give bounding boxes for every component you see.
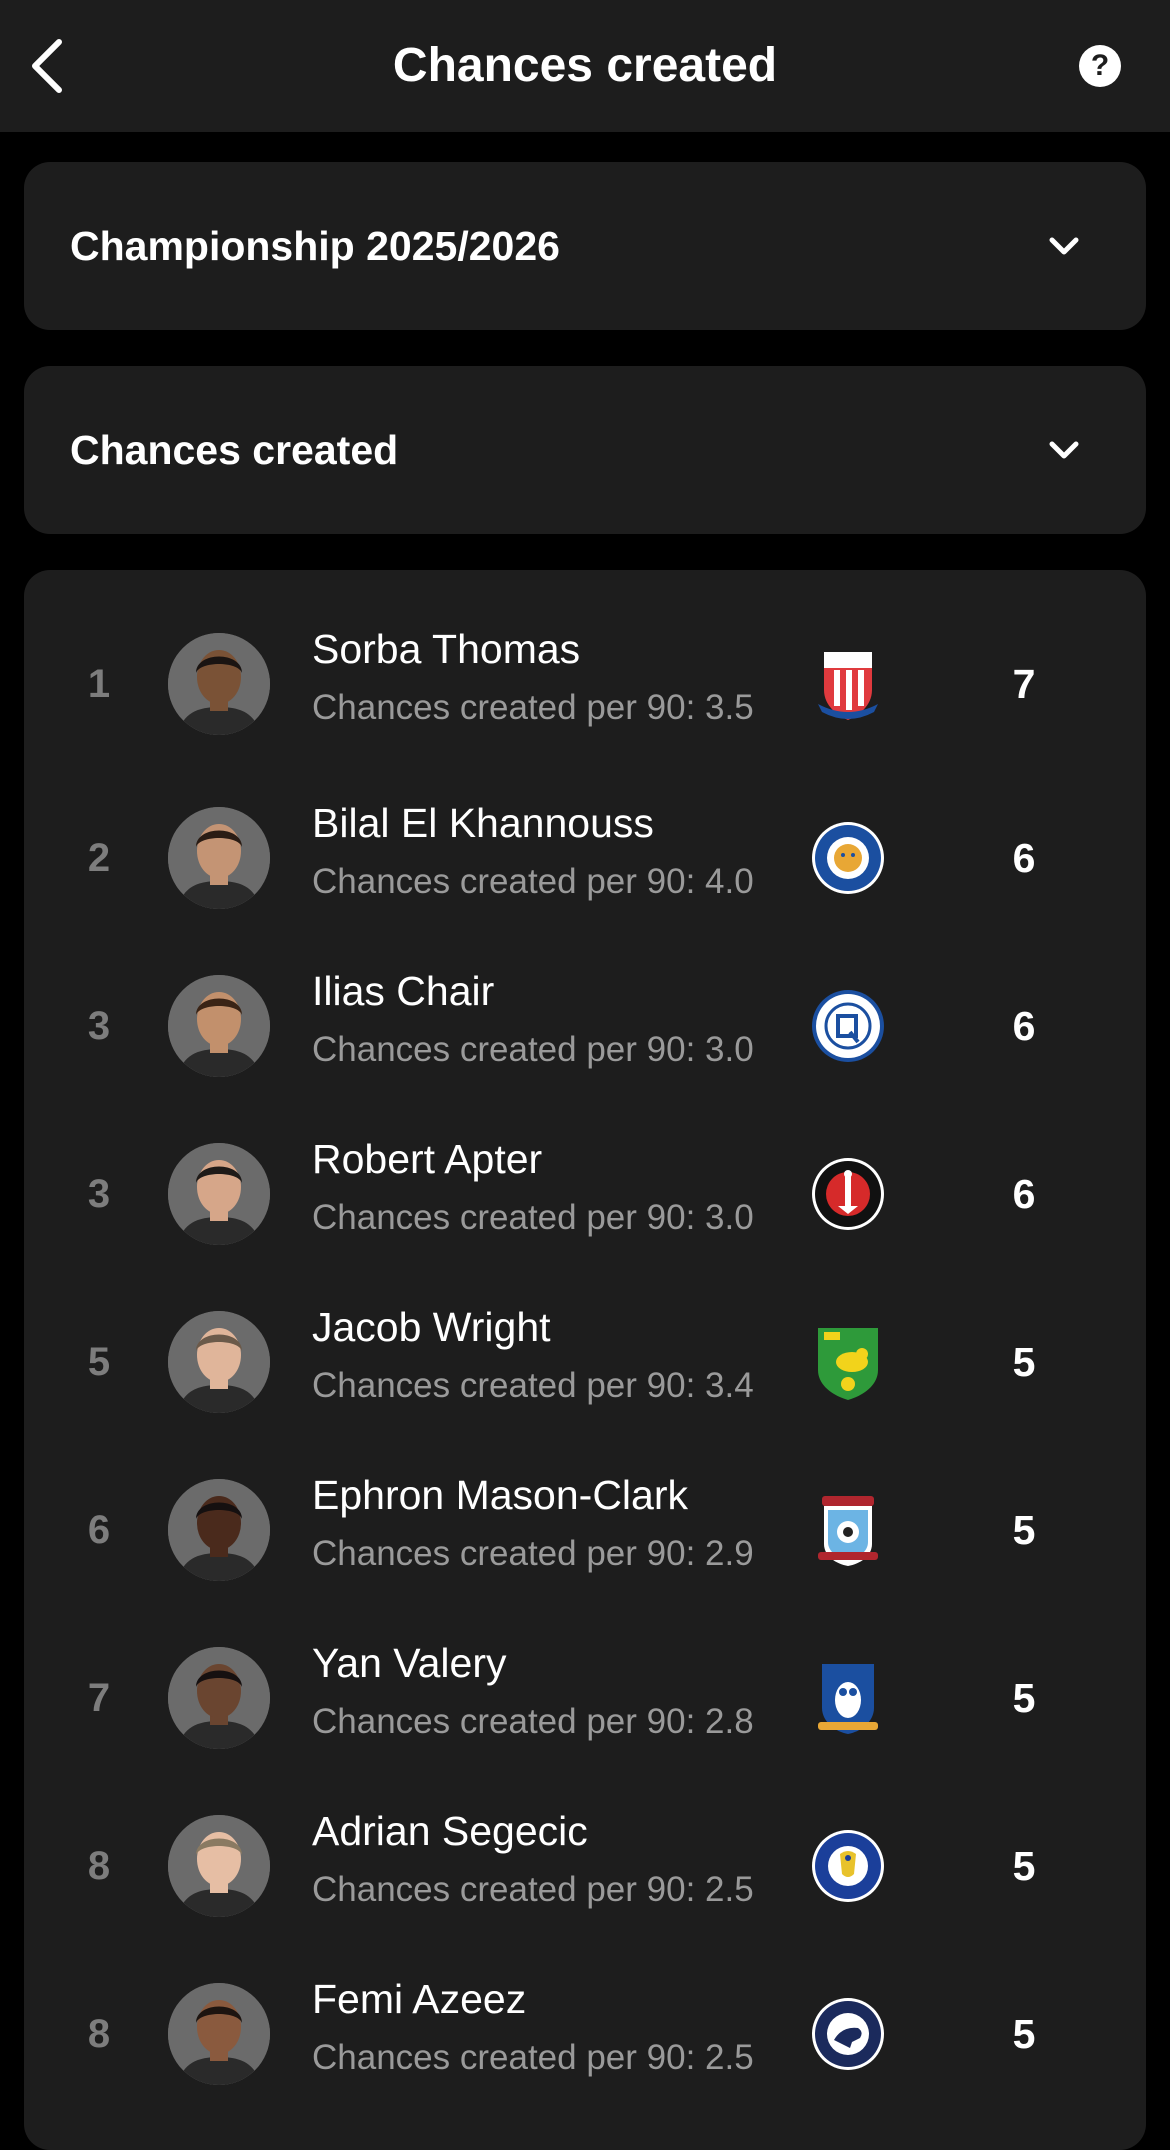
player-stat-value: 7 (1012, 661, 1036, 707)
player-stat-value: 5 (1012, 1675, 1036, 1721)
player-name: Ilias Chair (312, 968, 495, 1014)
player-name: Jacob Wright (312, 1304, 551, 1350)
player-name: Ephron Mason-Clark (312, 1472, 688, 1518)
player-avatar (168, 807, 270, 909)
charlton-athletic-crest-icon (810, 1156, 886, 1232)
player-avatar (168, 1815, 270, 1917)
player-stat-value: 5 (1012, 1507, 1036, 1553)
player-ranking-list: 1 Sorba Thomas Chances created per 90: 3.5… (24, 570, 1146, 2150)
player-stat-value: 6 (1012, 1171, 1036, 1217)
player-rank: 5 (87, 1340, 111, 1384)
player-rank: 3 (87, 1004, 111, 1048)
chevron-down-icon (1049, 441, 1079, 459)
player-row[interactable]: 8 Femi Azeez Chances created per 90: 2.5 5 (24, 1950, 1146, 2118)
player-avatar (168, 1311, 270, 1413)
player-avatar (168, 633, 270, 735)
player-avatar (168, 1983, 270, 2085)
player-rank: 8 (87, 1844, 111, 1888)
player-name: Yan Valery (312, 1640, 507, 1686)
player-row[interactable]: 3 Robert Apter Chances created per 90: 3.0… (24, 1110, 1146, 1278)
player-row[interactable]: 3 Ilias Chair Chances created per 90: 3.0 6 (24, 942, 1146, 1110)
portsmouth-crest-icon (810, 1828, 886, 1904)
player-name: Bilal El Khannouss (312, 800, 654, 846)
player-rank: 7 (87, 1676, 111, 1720)
player-stat-value: 5 (1012, 1339, 1036, 1385)
player-name: Femi Azeez (312, 1976, 527, 2022)
player-avatar (168, 1143, 270, 1245)
player-rank: 8 (87, 2012, 111, 2056)
player-per90-stat: Chances created per 90: 2.9 (312, 1534, 754, 1573)
player-name: Robert Apter (312, 1136, 543, 1182)
millwall-crest-icon (810, 1996, 886, 2072)
coventry-city-crest-icon (810, 1492, 886, 1568)
player-per90-stat: Chances created per 90: 2.8 (312, 1702, 754, 1741)
league-selector-label: Championship 2025/2026 (70, 223, 560, 269)
player-name: Adrian Segecic (312, 1808, 588, 1854)
stat-selector[interactable]: Chances created (24, 366, 1146, 534)
player-row[interactable]: 1 Sorba Thomas Chances created per 90: 3.5… (24, 600, 1146, 768)
player-avatar (168, 1479, 270, 1581)
player-per90-stat: Chances created per 90: 3.0 (312, 1198, 754, 1237)
player-rank: 3 (87, 1172, 111, 1216)
player-rank: 6 (87, 1508, 111, 1552)
leicester-city-crest-icon (810, 820, 886, 896)
player-stat-value: 6 (1012, 835, 1036, 881)
player-per90-stat: Chances created per 90: 2.5 (312, 1870, 754, 1909)
player-avatar (168, 1647, 270, 1749)
player-row[interactable]: 7 Yan Valery Chances created per 90: 2.8 5 (24, 1614, 1146, 1782)
player-name: Sorba Thomas (312, 626, 581, 672)
top-bar: Chances created ? (0, 0, 1170, 132)
help-icon[interactable]: ? (1079, 45, 1121, 87)
player-row[interactable]: 6 Ephron Mason-Clark Chances created per 9… (24, 1446, 1146, 1614)
stat-selector-label: Chances created (70, 427, 399, 473)
player-rank: 1 (87, 662, 111, 706)
player-stat-value: 5 (1012, 2011, 1036, 2057)
player-per90-stat: Chances created per 90: 2.5 (312, 2038, 754, 2077)
player-row[interactable]: 5 Jacob Wright Chances created per 90: 3.4… (24, 1278, 1146, 1446)
player-rank: 2 (87, 836, 111, 880)
chevron-down-icon (1049, 237, 1079, 255)
player-per90-stat: Chances created per 90: 3.0 (312, 1030, 754, 1069)
player-row[interactable]: 8 Adrian Segecic Chances created per 90: 2… (24, 1782, 1146, 1950)
sheffield-wednesday-crest-icon (810, 1660, 886, 1736)
norwich-city-crest-icon (810, 1324, 886, 1400)
player-row[interactable]: 2 Bilal El Khannouss Chances created per 9… (24, 774, 1146, 942)
stoke-city-crest-icon (810, 646, 886, 722)
qpr-crest-icon (810, 988, 886, 1064)
player-per90-stat: Chances created per 90: 4.0 (312, 862, 754, 901)
player-per90-stat: Chances created per 90: 3.4 (312, 1366, 754, 1405)
player-stat-value: 5 (1012, 1843, 1036, 1889)
page-title: Chances created (392, 39, 778, 92)
league-selector[interactable]: Championship 2025/2026 (24, 162, 1146, 330)
player-avatar (168, 975, 270, 1077)
player-per90-stat: Chances created per 90: 3.5 (312, 688, 754, 727)
player-stat-value: 6 (1012, 1003, 1036, 1049)
